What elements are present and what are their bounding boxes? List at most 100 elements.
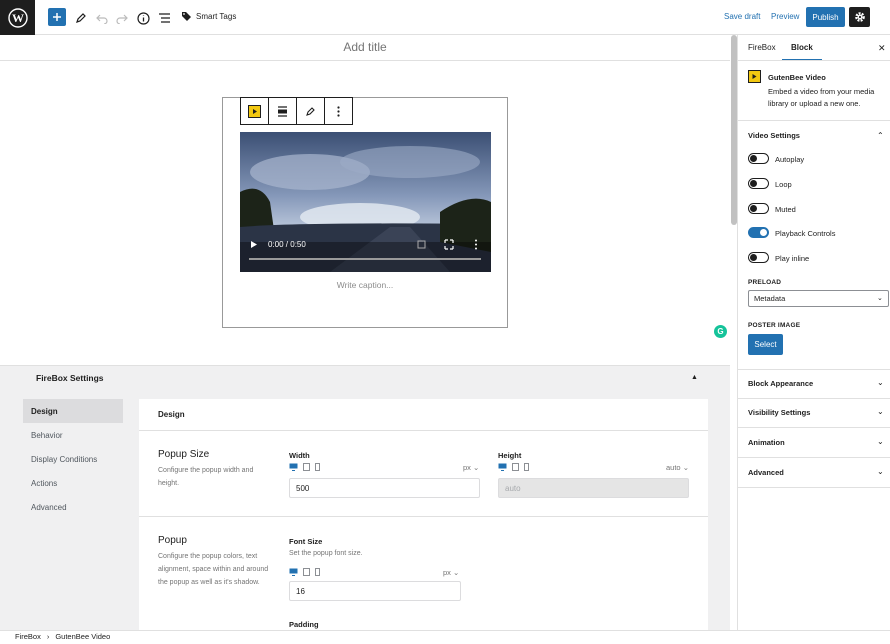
chevron-up-icon[interactable]: ⌃ xyxy=(877,131,884,140)
play-inline-toggle[interactable] xyxy=(748,252,769,263)
toggle-knob xyxy=(750,254,757,261)
breadcrumb: FireBox › GutenBee Video xyxy=(15,632,110,641)
publish-button[interactable]: Publish xyxy=(806,7,845,27)
mobile-icon[interactable] xyxy=(524,463,529,471)
more-options-button[interactable] xyxy=(325,98,352,124)
width-unit: px xyxy=(463,463,471,472)
popup-title: Popup xyxy=(158,535,187,546)
list-view-button[interactable] xyxy=(155,9,173,27)
video-player[interactable] xyxy=(240,132,491,272)
redo-icon xyxy=(116,14,128,24)
wordpress-logo[interactable]: W xyxy=(0,0,35,35)
muted-toggle[interactable] xyxy=(748,203,769,214)
tablet-icon[interactable] xyxy=(303,568,310,576)
collapse-icon[interactable]: ▲ xyxy=(691,374,698,381)
tab-block[interactable]: Block xyxy=(791,43,813,52)
tablet-icon[interactable] xyxy=(512,463,519,471)
popup-description: Configure the popup colors, text alignme… xyxy=(158,553,269,586)
tab-firebox[interactable]: FireBox xyxy=(748,43,776,52)
toggle-knob xyxy=(750,180,757,187)
sidebar-divider xyxy=(738,369,890,370)
close-icon[interactable]: ✕ xyxy=(878,43,886,54)
desktop-icon[interactable] xyxy=(498,463,507,471)
preload-select[interactable]: Metadata xyxy=(748,290,889,307)
post-title-input[interactable]: Add title xyxy=(0,40,730,54)
chevron-down-icon: ⌄ xyxy=(877,295,883,302)
design-card-title: Design xyxy=(158,410,185,419)
kebab-icon xyxy=(337,105,340,117)
poster-select-button[interactable]: Select xyxy=(748,334,783,355)
add-block-button[interactable] xyxy=(48,8,66,26)
loop-toggle[interactable] xyxy=(748,178,769,189)
height-unit: auto xyxy=(666,463,681,472)
save-draft-button[interactable]: Save draft xyxy=(724,12,760,21)
chevron-down-icon: ⌄ xyxy=(682,463,689,472)
font-size-input[interactable]: 16 xyxy=(289,581,461,601)
details-button[interactable] xyxy=(134,9,152,27)
muted-label: Muted xyxy=(775,205,796,214)
visibility-settings-header[interactable]: Visibility Settings xyxy=(748,408,810,417)
playback-controls-label: Playback Controls xyxy=(775,229,836,238)
video-settings-header[interactable]: Video Settings xyxy=(748,131,800,140)
block-type-button[interactable] xyxy=(241,98,269,124)
height-unit-select[interactable]: auto ⌄ xyxy=(666,463,689,472)
block-appearance-header[interactable]: Block Appearance xyxy=(748,379,813,388)
nav-behavior[interactable]: Behavior xyxy=(23,423,123,447)
wordpress-icon: W xyxy=(7,7,28,28)
breadcrumb-item[interactable]: GutenBee Video xyxy=(55,632,110,641)
advanced-header[interactable]: Advanced xyxy=(748,468,784,477)
nav-advanced[interactable]: Advanced xyxy=(23,495,123,519)
toggle-knob xyxy=(750,205,757,212)
padding-label: Padding xyxy=(289,620,319,629)
edit-button[interactable] xyxy=(72,9,90,27)
nav-actions[interactable]: Actions xyxy=(23,471,123,495)
grammarly-icon[interactable]: G xyxy=(714,325,727,338)
caption-input[interactable]: Write caption... xyxy=(222,280,508,290)
preview-button[interactable]: Preview xyxy=(771,12,799,21)
desktop-icon[interactable] xyxy=(289,463,298,471)
tablet-icon[interactable] xyxy=(303,463,310,471)
redo-button[interactable] xyxy=(113,9,131,27)
font-size-unit-select[interactable]: px ⌄ xyxy=(443,568,459,577)
firebox-settings-title[interactable]: FireBox Settings xyxy=(36,373,104,383)
tag-icon xyxy=(182,12,191,21)
font-size-unit: px xyxy=(443,568,451,577)
autoplay-toggle[interactable] xyxy=(748,153,769,164)
video-block-icon xyxy=(748,70,761,83)
nav-design[interactable]: Design xyxy=(23,399,123,423)
settings-button[interactable] xyxy=(849,7,870,27)
chevron-down-icon[interactable]: ⌄ xyxy=(877,437,884,446)
poster-image-label: POSTER IMAGE xyxy=(748,322,801,329)
mobile-icon[interactable] xyxy=(315,568,320,576)
breadcrumb-item[interactable]: FireBox xyxy=(15,632,41,641)
playback-controls-toggle[interactable] xyxy=(748,227,769,238)
width-input[interactable]: 500 xyxy=(289,478,480,498)
plus-icon xyxy=(53,13,61,21)
sidebar-divider xyxy=(738,398,890,399)
replace-button[interactable] xyxy=(297,98,325,124)
sidebar-divider xyxy=(738,60,890,61)
width-unit-select[interactable]: px ⌄ xyxy=(463,463,479,472)
align-icon xyxy=(278,105,287,117)
desktop-icon[interactable] xyxy=(289,568,298,576)
chevron-down-icon[interactable]: ⌄ xyxy=(877,378,884,387)
align-button[interactable] xyxy=(269,98,297,124)
chevron-down-icon[interactable]: ⌄ xyxy=(877,407,884,416)
sidebar-divider xyxy=(738,427,890,428)
width-label: Width xyxy=(289,451,310,460)
toggle-knob xyxy=(750,155,757,162)
height-input[interactable]: auto xyxy=(498,478,689,498)
play-icon xyxy=(752,74,757,79)
video-time: 0:00 / 0:50 xyxy=(268,240,306,249)
font-size-label: Font Size xyxy=(289,537,323,546)
breadcrumb-bar xyxy=(0,630,890,644)
settings-sidebar xyxy=(737,35,890,630)
pencil-icon xyxy=(76,13,86,23)
animation-header[interactable]: Animation xyxy=(748,438,785,447)
card-divider xyxy=(139,516,708,517)
chevron-down-icon[interactable]: ⌄ xyxy=(877,467,884,476)
nav-display-conditions[interactable]: Display Conditions xyxy=(23,447,123,471)
undo-button[interactable] xyxy=(93,9,111,27)
smart-tags-button[interactable]: Smart Tags xyxy=(181,11,236,22)
mobile-icon[interactable] xyxy=(315,463,320,471)
